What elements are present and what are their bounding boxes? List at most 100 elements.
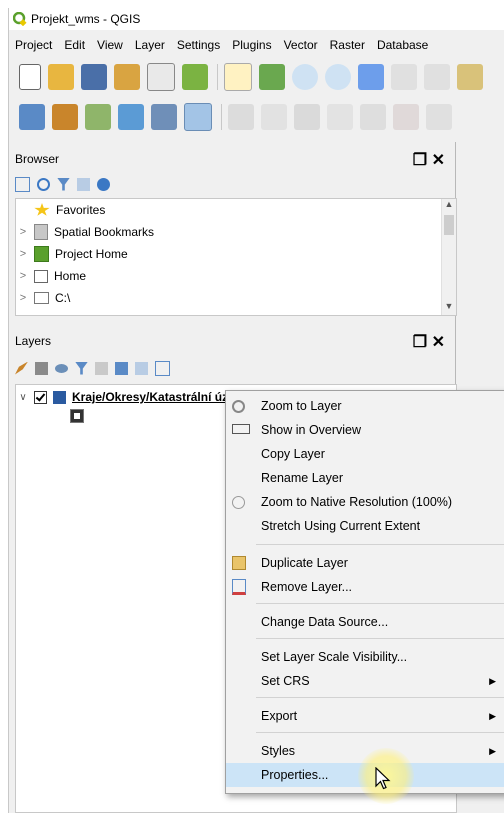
menu-project[interactable]: Project [15,38,52,52]
chevron-right-icon[interactable]: > [16,248,30,260]
menu-item-zoom-native[interactable]: Zoom to Native Resolution (100%) [226,490,504,514]
submenu-arrow-icon: ▶ [489,710,496,721]
browser-scrollbar[interactable]: ▲ ▼ [441,199,456,315]
chevron-right-icon[interactable]: > [16,270,30,282]
new-project-icon[interactable] [19,64,41,90]
scrollbar-thumb[interactable] [444,215,454,235]
duplicate-layer-icon [232,556,246,570]
chevron-right-icon[interactable]: > [16,292,30,304]
menu-item-stretch-extent[interactable]: Stretch Using Current Extent [226,514,504,538]
panel-float-close-icon[interactable]: ❐ ✕ [413,150,445,170]
zoom-out-icon[interactable] [325,64,351,90]
style-manager-icon[interactable] [182,64,208,90]
bookmark-icon [34,224,48,240]
browser-panel-header: Browser ❐ ✕ [9,146,455,172]
tree-item-spatial-bookmarks[interactable]: > Spatial Bookmarks [16,221,456,243]
overview-icon [232,424,250,434]
menu-item-change-data-source[interactable]: Change Data Source... [226,610,504,634]
add-group-icon[interactable] [35,361,48,375]
zoom-to-layer-icon[interactable] [424,64,450,90]
menu-edit[interactable]: Edit [64,38,85,52]
info-icon[interactable] [97,177,110,191]
menu-view[interactable]: View [97,38,123,52]
style-panel-icon[interactable] [15,361,28,375]
menu-database[interactable]: Database [377,38,428,52]
menu-item-zoom-to-layer[interactable]: Zoom to Layer [226,394,504,418]
tree-item-label: Favorites [56,203,106,217]
filter-legend-icon[interactable] [75,361,88,375]
save-edits-icon [294,104,320,130]
panel-float-close-icon[interactable]: ❐ ✕ [413,332,445,352]
zoom-to-selection-icon[interactable] [391,64,417,90]
save-as-icon[interactable] [114,64,140,90]
digitize-icon[interactable] [118,104,144,130]
zoom-in-icon[interactable] [292,64,318,90]
chevron-right-icon[interactable]: > [16,226,30,238]
add-wms-icon[interactable] [151,104,177,130]
folder-icon [34,292,49,304]
menu-separator [256,732,504,733]
open-project-icon[interactable] [48,64,74,90]
menu-vector[interactable]: Vector [284,38,318,52]
zoom-native-icon[interactable] [457,64,483,90]
submenu-arrow-icon: ▶ [489,745,496,756]
menu-item-export[interactable]: Export ▶ [226,704,504,728]
print-layout-icon[interactable] [147,63,175,91]
mouse-pointer-icon [375,767,391,790]
visibility-eye-icon[interactable] [55,363,68,373]
menu-item-rename-layer[interactable]: Rename Layer [226,466,504,490]
layers-panel-title: Layers [15,334,52,348]
pan-to-selection-icon[interactable] [259,64,285,90]
layers-toolbar [15,358,177,378]
add-feature-icon [327,104,353,130]
browser-toolbar [15,174,117,194]
menu-item-copy-layer[interactable]: Copy Layer [226,442,504,466]
collapse-all-icon[interactable] [77,177,90,191]
tree-item-favorites[interactable]: Favorites [16,199,456,221]
submenu-arrow-icon: ▶ [489,675,496,686]
tree-item-c-drive[interactable]: > C:\ [16,287,456,309]
field-calculator-icon[interactable] [184,103,212,131]
chevron-down-icon[interactable]: ∨ [16,392,30,403]
add-vector-icon[interactable] [85,104,111,130]
layer-context-menu: Zoom to Layer Show in Overview Copy Laye… [225,390,504,794]
cut-feature-icon [426,104,452,130]
menu-item-set-crs[interactable]: Set CRS ▶ [226,669,504,693]
menu-plugins[interactable]: Plugins [232,38,271,52]
scroll-up-icon[interactable]: ▲ [442,199,456,213]
remove-layer-icon[interactable] [155,360,170,376]
layer-visibility-checkbox[interactable] [34,390,47,404]
expression-filter-icon[interactable] [95,361,108,375]
menu-settings[interactable]: Settings [177,38,220,52]
current-edits-icon [261,104,287,130]
pan-hand-icon[interactable] [224,63,252,91]
remove-layer-icon [232,579,246,595]
add-selected-layers-icon[interactable] [15,176,30,192]
star-icon [34,203,50,216]
menu-item-scale-visibility[interactable]: Set Layer Scale Visibility... [226,645,504,669]
tree-item-home[interactable]: > Home [16,265,456,287]
collapse-all-icon[interactable] [135,361,148,375]
expand-all-icon[interactable] [115,361,128,375]
menu-separator [256,603,504,604]
delete-feature-icon [393,104,419,130]
scroll-down-icon[interactable]: ▼ [442,301,456,315]
menu-item-remove-layer[interactable]: Remove Layer... [226,575,504,599]
menu-layer[interactable]: Layer [135,38,165,52]
refresh-icon[interactable] [37,177,50,191]
save-project-icon[interactable] [81,64,107,90]
project-toolbar [9,60,504,94]
tree-item-project-home[interactable]: > Project Home [16,243,456,265]
tree-item-label: Project Home [55,247,128,261]
filter-icon[interactable] [57,177,70,191]
zoom-full-icon[interactable] [358,64,384,90]
add-layer-icon[interactable] [52,104,78,130]
menu-item-show-in-overview[interactable]: Show in Overview [226,418,504,442]
menu-item-duplicate-layer[interactable]: Duplicate Layer [226,551,504,575]
data-source-manager-icon[interactable] [19,104,45,130]
menu-bar: Project Edit View Layer Settings Plugins… [9,34,504,56]
browser-tree: Favorites > Spatial Bookmarks > Project … [15,198,457,316]
data-toolbar [9,100,504,134]
menu-raster[interactable]: Raster [330,38,365,52]
legend-symbol-icon [70,409,84,423]
